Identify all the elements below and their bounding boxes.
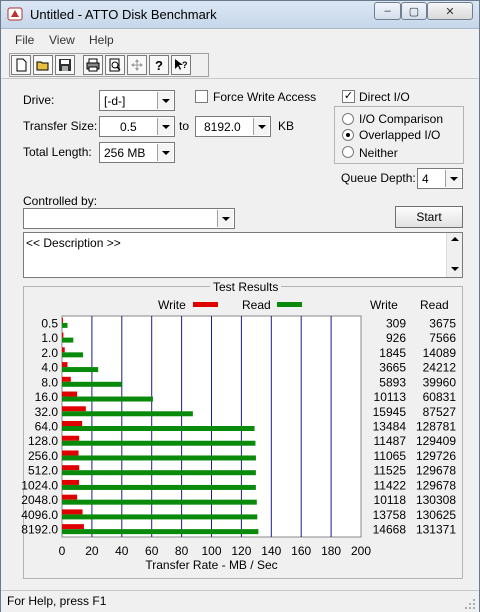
x-tick-label: 100 bbox=[201, 544, 221, 558]
read-value: 14089 bbox=[423, 346, 457, 360]
resize-grip-icon[interactable] bbox=[464, 598, 476, 610]
read-bar bbox=[62, 470, 256, 476]
write-bar bbox=[62, 465, 80, 471]
y-category-label: 2.0 bbox=[41, 346, 58, 360]
write-bar bbox=[62, 421, 83, 426]
y-category-label: 0.5 bbox=[41, 316, 58, 330]
x-tick-label: 40 bbox=[115, 544, 129, 558]
write-bar bbox=[62, 332, 64, 338]
read-bar bbox=[62, 499, 257, 505]
y-category-label: 2048.0 bbox=[21, 493, 58, 507]
write-value: 309 bbox=[386, 316, 406, 330]
x-tick-label: 180 bbox=[321, 544, 341, 558]
y-category-label: 4096.0 bbox=[21, 508, 58, 522]
write-bar bbox=[62, 362, 68, 368]
write-bar bbox=[62, 479, 80, 485]
write-value: 10118 bbox=[374, 493, 407, 507]
read-value: 128781 bbox=[416, 420, 456, 434]
write-bar bbox=[62, 347, 65, 353]
read-bar bbox=[62, 396, 153, 402]
read-bar bbox=[62, 440, 256, 446]
x-tick-label: 60 bbox=[145, 544, 159, 558]
y-category-label: 8192.0 bbox=[21, 523, 58, 537]
read-bar bbox=[62, 514, 258, 520]
write-value: 11422 bbox=[374, 478, 407, 492]
status-text: For Help, press F1 bbox=[7, 594, 107, 608]
read-bar bbox=[62, 337, 74, 343]
y-category-label: 512.0 bbox=[28, 464, 58, 478]
x-tick-label: 160 bbox=[291, 544, 311, 558]
write-bar bbox=[62, 376, 71, 382]
y-category-label: 64.0 bbox=[35, 420, 59, 434]
transfer-rate-chart: 0 20 40 60 80 100 120 140 160 180 200 0.5 309 3675 1.0… bbox=[21, 315, 457, 572]
y-category-label: 256.0 bbox=[28, 449, 58, 463]
write-value: 1845 bbox=[379, 346, 406, 360]
write-bar bbox=[62, 317, 63, 323]
read-value: 129678 bbox=[416, 464, 456, 478]
read-bar bbox=[62, 484, 256, 490]
write-value: 15945 bbox=[373, 405, 407, 419]
read-value: 24212 bbox=[423, 361, 457, 375]
read-value: 130308 bbox=[416, 493, 456, 507]
write-value: 11487 bbox=[374, 434, 407, 448]
read-value: 87527 bbox=[423, 405, 457, 419]
write-value: 11525 bbox=[374, 464, 407, 478]
y-category-label: 128.0 bbox=[28, 434, 58, 448]
app-window: Untitled - ATTO Disk Benchmark – ▢ ✕ Fil… bbox=[0, 0, 480, 612]
y-category-label: 16.0 bbox=[35, 390, 59, 404]
x-tick-label: 120 bbox=[231, 544, 251, 558]
write-value: 11065 bbox=[374, 449, 407, 463]
read-value: 7566 bbox=[429, 331, 456, 345]
write-bar bbox=[62, 524, 84, 530]
write-value: 13484 bbox=[373, 420, 407, 434]
read-value: 130625 bbox=[416, 508, 456, 522]
write-bar bbox=[62, 391, 78, 397]
write-bar bbox=[62, 435, 80, 441]
read-value: 60831 bbox=[423, 390, 457, 404]
read-bar bbox=[62, 426, 255, 431]
read-value: 131371 bbox=[416, 523, 456, 537]
write-bar bbox=[62, 509, 83, 515]
x-tick-label: 80 bbox=[175, 544, 189, 558]
read-value: 3675 bbox=[429, 316, 456, 330]
y-category-label: 4.0 bbox=[41, 361, 58, 375]
write-bar bbox=[62, 406, 86, 412]
write-bar bbox=[62, 494, 78, 500]
read-value: 129678 bbox=[416, 478, 456, 492]
x-tick-label: 0 bbox=[59, 544, 66, 558]
read-bar bbox=[62, 367, 99, 373]
write-bar bbox=[62, 450, 79, 456]
write-value: 10113 bbox=[374, 390, 407, 404]
write-value: 926 bbox=[386, 331, 406, 345]
x-tick-label: 200 bbox=[351, 544, 371, 558]
write-value: 3665 bbox=[379, 361, 406, 375]
read-bar bbox=[62, 455, 256, 461]
x-tick-label: 140 bbox=[261, 544, 281, 558]
y-category-label: 1024.0 bbox=[21, 478, 58, 492]
y-category-label: 1.0 bbox=[41, 331, 58, 345]
read-bar bbox=[62, 381, 122, 387]
x-axis-label: Transfer Rate - MB / Sec bbox=[145, 558, 277, 572]
write-value: 14668 bbox=[373, 523, 407, 537]
read-bar bbox=[62, 322, 68, 328]
read-bar bbox=[62, 352, 84, 358]
write-value: 13758 bbox=[373, 508, 407, 522]
read-bar bbox=[62, 411, 193, 417]
y-category-label: 8.0 bbox=[41, 375, 58, 389]
read-value: 129726 bbox=[416, 449, 456, 463]
x-tick-label: 20 bbox=[85, 544, 99, 558]
read-value: 129409 bbox=[416, 434, 456, 448]
y-category-label: 32.0 bbox=[35, 405, 59, 419]
status-bar: For Help, press F1 bbox=[1, 590, 479, 612]
read-bar bbox=[62, 529, 259, 535]
write-value: 5893 bbox=[379, 375, 406, 389]
read-value: 39960 bbox=[423, 375, 457, 389]
